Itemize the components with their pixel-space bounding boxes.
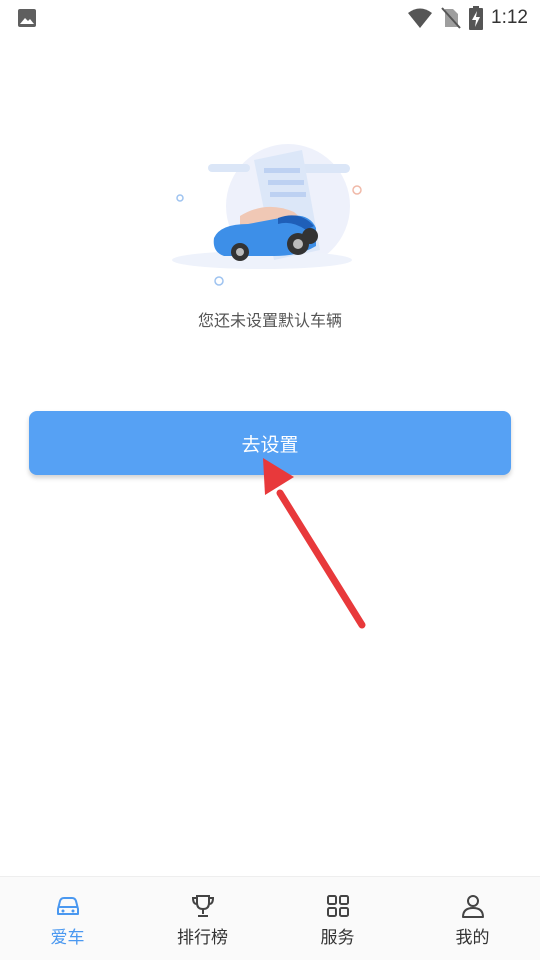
battery-charging-icon [469, 6, 484, 30]
status-time: 1:12 [491, 7, 528, 28]
trophy-icon [191, 895, 214, 917]
no-sim-icon [441, 7, 461, 29]
nav-item-car[interactable]: 爱车 [0, 877, 135, 960]
red-arrow-annotation [263, 458, 366, 629]
nav-item-services[interactable]: 服务 [270, 877, 405, 960]
status-icons: 1:12 [407, 6, 528, 30]
nav-item-ranking[interactable]: 排行榜 [135, 877, 270, 960]
bottom-navigation: 爱车 排行榜 服务 我的 [0, 876, 540, 960]
car-document-illustration [172, 144, 362, 286]
nav-label-services: 服务 [320, 928, 355, 948]
nav-label-car: 爱车 [50, 928, 85, 948]
empty-state-message: 您还未设置默认车辆 [197, 311, 342, 330]
nav-item-mine[interactable]: 我的 [405, 877, 540, 960]
image-icon [18, 9, 36, 27]
nav-label-ranking: 排行榜 [177, 928, 228, 948]
car-icon [56, 897, 79, 915]
wifi-icon [408, 8, 433, 28]
nav-label-mine: 我的 [455, 928, 490, 948]
status-bar: 1:12 [0, 0, 540, 36]
grid-icon [326, 895, 349, 917]
person-icon [461, 895, 484, 918]
